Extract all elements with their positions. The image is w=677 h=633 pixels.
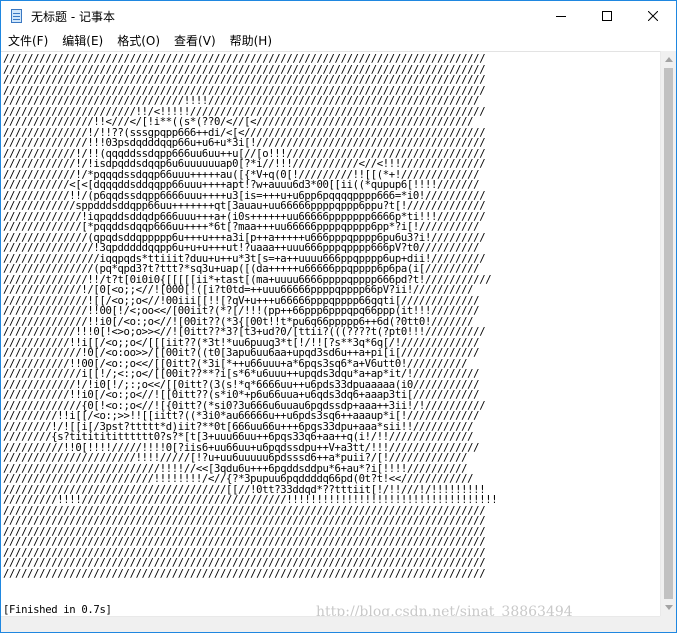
window-title: 无标题 - 记事本 (31, 9, 115, 24)
menu-view[interactable]: 查看(V) (167, 31, 223, 51)
scroll-up-icon[interactable] (665, 57, 673, 62)
notepad-icon[interactable] (9, 8, 25, 24)
vertical-scrollbar[interactable] (660, 51, 676, 616)
scroll-down-icon[interactable] (665, 605, 673, 610)
maximize-button[interactable] (584, 1, 630, 31)
editor-content[interactable]: ////////////////////////////////////////… (1, 52, 660, 579)
close-icon (648, 11, 658, 21)
minimize-icon (556, 16, 566, 17)
menu-file[interactable]: 文件(F) (1, 31, 55, 51)
title-bar[interactable]: 无标题 - 记事本 (1, 1, 676, 31)
horizontal-scrollbar[interactable] (1, 616, 660, 632)
menu-bar: 文件(F) 编辑(E) 格式(O) 查看(V) 帮助(H) (1, 31, 676, 51)
maximize-icon (602, 11, 612, 21)
status-line: [Finished in 0.7s] (3, 604, 112, 616)
notepad-window: 无标题 - 记事本 文件(F) 编辑(E) 格式(O) 查看(V) 帮助(H) … (0, 0, 677, 633)
resize-grip[interactable] (660, 616, 676, 632)
caption-buttons (538, 1, 676, 31)
menu-edit[interactable]: 编辑(E) (55, 31, 110, 51)
menu-help[interactable]: 帮助(H) (223, 31, 279, 51)
scrollbar-thumb[interactable] (664, 68, 673, 599)
text-editor[interactable]: ////////////////////////////////////////… (1, 51, 660, 616)
minimize-button[interactable] (538, 1, 584, 31)
close-button[interactable] (630, 1, 676, 31)
menu-format[interactable]: 格式(O) (110, 31, 167, 51)
